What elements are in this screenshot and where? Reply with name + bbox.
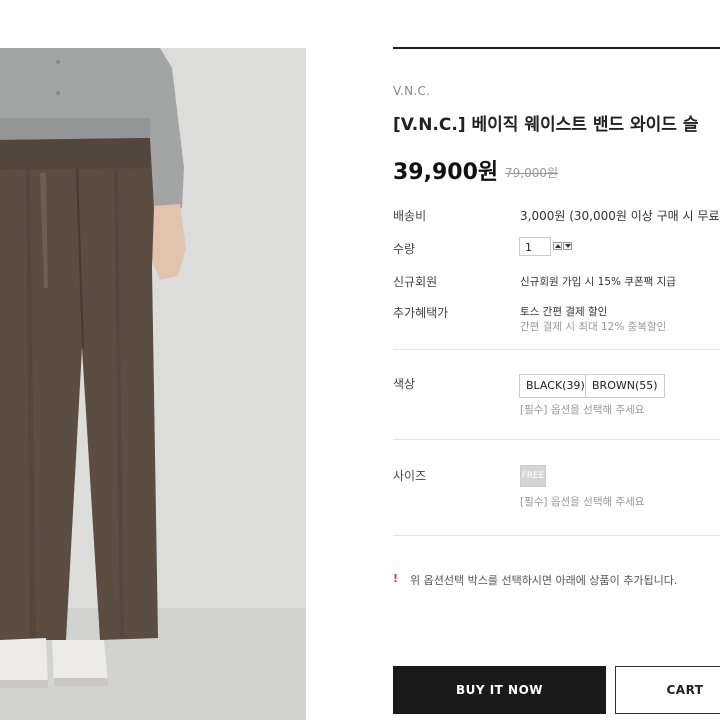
quantity-down-button[interactable] [563, 242, 572, 250]
product-image [0, 48, 306, 720]
option-notice: 위 옵션선택 박스를 선택하시면 아래에 상품이 추가됩니다. [410, 574, 678, 587]
new-member-label: 신규회원 [393, 275, 438, 289]
brand-name: V.N.C. [393, 84, 431, 98]
section-divider [393, 535, 720, 536]
arrow-up-icon [555, 244, 561, 248]
section-divider [393, 439, 720, 440]
color-label: 색상 [393, 377, 416, 391]
color-option-brown[interactable]: BROWN(55) [585, 374, 665, 398]
original-price: 79,000원 [505, 166, 559, 180]
buy-now-button[interactable]: BUY IT NOW [393, 666, 606, 714]
arrow-down-icon [565, 244, 571, 248]
top-divider [393, 47, 720, 49]
sale-price: 39,900원 [393, 160, 499, 185]
quantity-up-button[interactable] [553, 242, 562, 250]
product-photo-illustration [0, 48, 306, 720]
shipping-value: 3,000원 (30,000원 이상 구매 시 무료) [520, 209, 720, 223]
color-option-black[interactable]: BLACK(39) [519, 374, 592, 398]
alert-icon: ! [393, 572, 399, 585]
cart-button[interactable]: CART [615, 666, 720, 714]
size-option-free[interactable]: FREE [520, 465, 546, 487]
product-info-panel: V.N.C. [V.N.C.] 베이직 웨이스트 밴드 와이드 슬 39,900… [393, 0, 720, 720]
section-divider [393, 349, 720, 350]
benefit-value: 토스 간편 결제 할인 [520, 306, 608, 318]
benefit-label: 추가혜택가 [393, 306, 449, 320]
quantity-label: 수량 [393, 242, 416, 256]
quantity-input[interactable]: 1 [519, 237, 551, 256]
new-member-value: 신규회원 가입 시 15% 쿠폰팩 지급 [520, 276, 676, 288]
size-label: 사이즈 [393, 469, 427, 483]
color-hint: [필수] 옵션을 선택해 주세요 [520, 404, 645, 416]
benefit-sub: 간편 결제 시 최대 12% 중복할인 [520, 321, 667, 333]
size-hint: [필수] 옵션을 선택해 주세요 [520, 496, 645, 508]
shipping-label: 배송비 [393, 209, 427, 223]
product-title: [V.N.C.] 베이직 웨이스트 밴드 와이드 슬 [393, 115, 699, 135]
